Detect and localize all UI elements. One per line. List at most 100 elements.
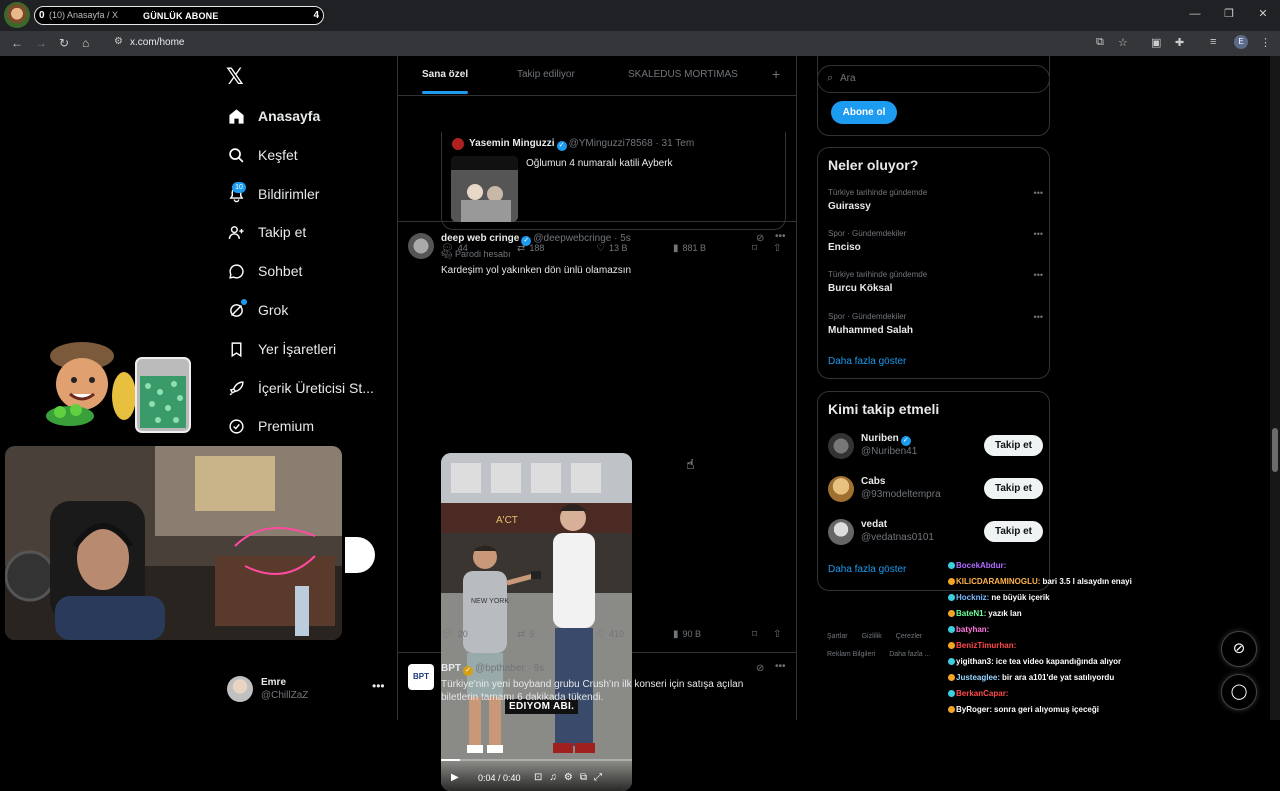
extensions-icon[interactable]: ✚ bbox=[1175, 36, 1184, 49]
reload-icon[interactable]: ↻ bbox=[59, 36, 69, 50]
suggested-user[interactable]: vedat @vedatnas0101 Takip et bbox=[828, 516, 1043, 546]
home-browser-icon[interactable]: ⌂ bbox=[82, 36, 89, 50]
views-button[interactable]: ▮ 90 B bbox=[673, 629, 701, 640]
account-switcher[interactable]: Emre @ChillZaZ ••• bbox=[227, 676, 387, 704]
chat-username: BerkanCapar: bbox=[956, 689, 1009, 698]
add-tab-icon[interactable]: + bbox=[772, 66, 780, 82]
trend-item[interactable]: Spor · Gündemdekiler Muhammed Salah ••• bbox=[828, 312, 1043, 342]
chat-icon: ◯ bbox=[1230, 683, 1248, 700]
nav-follow[interactable]: Takip et bbox=[227, 217, 306, 247]
search-input[interactable]: ⌕ Ara bbox=[817, 65, 1050, 93]
suggested-user[interactable]: Cabs @93modeltempra Takip et bbox=[828, 473, 1043, 503]
play-icon[interactable]: ▶ bbox=[451, 772, 459, 783]
install-icon[interactable]: ⧉ bbox=[1096, 36, 1104, 49]
more-icon[interactable]: ••• bbox=[372, 679, 385, 693]
reply-button[interactable]: 💬︎ 20 bbox=[441, 629, 468, 640]
tweet-author[interactable]: BPT ✓ @bpthaber · 9s bbox=[441, 663, 544, 676]
who-show-more-link[interactable]: Daha fazla göster bbox=[828, 564, 906, 575]
tab-list-skaledus[interactable]: SKALEDUS MORTIMAS bbox=[628, 69, 738, 80]
follow-button[interactable]: Takip et bbox=[984, 521, 1043, 542]
tab-for-you[interactable]: Sana özel bbox=[422, 69, 468, 80]
repost-count: 5 bbox=[529, 629, 535, 639]
profile-avatar[interactable]: E bbox=[1234, 35, 1248, 49]
tweet-2[interactable]: deep web cringe ✓ @deepwebcringe · 5s ⊘ ••… bbox=[398, 223, 796, 791]
author-avatar[interactable]: BPT bbox=[408, 664, 434, 690]
trend-item[interactable]: Spor · Gündemdekiler Enciso ••• bbox=[828, 229, 1043, 259]
trends-show-more-link[interactable]: Daha fazla göster bbox=[828, 356, 906, 367]
window-controls: — ❐ ✕ bbox=[1178, 0, 1280, 31]
site-info-icon[interactable]: ⚙ bbox=[114, 36, 123, 47]
url-field[interactable]: ⚙ x.com/home bbox=[108, 34, 1144, 53]
chat-message: yigithan3: ice tea video kapandığında alı… bbox=[948, 657, 1178, 673]
close-button[interactable]: ✕ bbox=[1246, 0, 1280, 31]
nav-creator-studio-label: İçerik Üreticisi St... bbox=[258, 380, 374, 396]
tweet-video[interactable]: A'CT NEW YORK EDIYOM ABI. ▶ 0:04 / 0:40 … bbox=[441, 453, 632, 791]
maximize-button[interactable]: ❐ bbox=[1212, 0, 1246, 31]
tab-following[interactable]: Takip ediliyor bbox=[517, 69, 575, 80]
chat-username: BocekAbdur: bbox=[956, 561, 1007, 570]
star-icon[interactable]: ☆ bbox=[1118, 36, 1128, 49]
tweet-1[interactable]: Yasemin Minguzzi ✓ @YMinguzzi78568 · 31 Te… bbox=[398, 96, 796, 254]
nav-premium[interactable]: Premium bbox=[227, 411, 314, 441]
footer-link[interactable]: Çerezler bbox=[896, 633, 922, 640]
verified-badge-icon: ✓ bbox=[463, 666, 473, 676]
minimize-button[interactable]: — bbox=[1178, 0, 1212, 31]
back-icon[interactable]: ← bbox=[11, 36, 23, 50]
grok-icon[interactable]: ⊘ bbox=[756, 663, 764, 674]
subscribe-button[interactable]: Abone ol bbox=[831, 101, 897, 124]
footer-link[interactable]: Reklam Bilgileri bbox=[827, 651, 875, 658]
video-tool-icons[interactable]: ⊡♫⚙⧉⤢ bbox=[534, 772, 609, 783]
follow-button[interactable]: Takip et bbox=[984, 435, 1043, 456]
reading-list-icon[interactable]: ≡ bbox=[1210, 36, 1216, 48]
trend-item[interactable]: Türkiye tarihinde gündemde Burcu Köksal … bbox=[828, 270, 1043, 300]
suggested-user[interactable]: Nuriben ✓ @Nuriben41 Takip et bbox=[828, 430, 1043, 460]
share-button[interactable]: ⇧ bbox=[773, 629, 785, 640]
footer-link[interactable]: Şartlar bbox=[827, 633, 848, 640]
media-icon[interactable]: ▣ bbox=[1151, 36, 1161, 49]
trend-name: Muhammed Salah bbox=[828, 325, 914, 336]
nav-creator-studio[interactable]: İçerik Üreticisi St... bbox=[227, 373, 374, 403]
grok-icon[interactable]: ⊘ bbox=[756, 233, 764, 244]
stream-overlay-shape bbox=[345, 537, 375, 573]
trend-context: Spor · Gündemdekiler bbox=[828, 229, 907, 238]
add-user-icon bbox=[227, 223, 245, 241]
grok-new-dot bbox=[241, 299, 247, 305]
tweet-author[interactable]: deep web cringe ✓ @deepwebcringe · 5s bbox=[441, 233, 631, 246]
more-icon[interactable]: ••• bbox=[775, 231, 786, 242]
more-icon[interactable]: ••• bbox=[1034, 312, 1043, 322]
browser-tab[interactable]: 0 (10) Anasayfa / X GÜNLÜK ABONE 4 bbox=[34, 6, 324, 25]
subscriber-goal-label: GÜNLÜK ABONE bbox=[143, 11, 219, 21]
reply-count: 20 bbox=[457, 629, 468, 639]
forward-icon[interactable]: → bbox=[35, 36, 47, 50]
nav-explore[interactable]: Keşfet bbox=[227, 140, 298, 170]
nav-chat[interactable]: Sohbet bbox=[227, 256, 302, 286]
more-icon[interactable]: ••• bbox=[775, 661, 786, 672]
parody-label: 🎭︎ Parodi hesabı bbox=[441, 248, 510, 261]
tweet-3[interactable]: BPT BPT ✓ @bpthaber · 9s ⊘ ••• Türkiye'nin… bbox=[398, 654, 796, 720]
repost-button[interactable]: ⇄ 5 bbox=[517, 629, 534, 640]
like-button[interactable]: ♡ 410 bbox=[596, 629, 624, 640]
footer-link[interactable]: Gizlilik bbox=[862, 633, 882, 640]
messages-fab[interactable]: ◯ bbox=[1221, 674, 1257, 710]
scrollbar[interactable] bbox=[1270, 56, 1280, 720]
trends-panel: Neler oluyor? Türkiye tarihinde gündemde… bbox=[817, 147, 1050, 379]
footer-link[interactable]: Daha fazla ... bbox=[889, 651, 930, 658]
bookmark-button[interactable]: ⌑ bbox=[752, 629, 761, 640]
trend-item[interactable]: Türkiye tarihinde gündemde Guirassy ••• bbox=[828, 188, 1043, 218]
user-avatar bbox=[828, 519, 854, 545]
quoted-tweet[interactable]: Yasemin Minguzzi ✓ @YMinguzzi78568 · 31 Te… bbox=[441, 132, 786, 230]
nav-grok[interactable]: Grok bbox=[227, 295, 288, 325]
author-avatar[interactable] bbox=[408, 233, 434, 259]
grok-fab[interactable]: ⊘ bbox=[1221, 631, 1257, 667]
menu-icon[interactable]: ⋮ bbox=[1260, 36, 1271, 49]
follow-button[interactable]: Takip et bbox=[984, 478, 1043, 499]
nav-home[interactable]: Anasayfa bbox=[227, 101, 320, 131]
author-name: BPT bbox=[441, 663, 461, 674]
more-icon[interactable]: ••• bbox=[1034, 188, 1043, 198]
scrollbar-thumb[interactable] bbox=[1272, 428, 1278, 472]
x-logo-icon[interactable]: 𝕏 bbox=[226, 64, 244, 90]
hand-cursor-icon: ☝ bbox=[686, 456, 695, 472]
nav-bookmarks[interactable]: Yer İşaretleri bbox=[227, 334, 336, 364]
more-icon[interactable]: ••• bbox=[1034, 270, 1043, 280]
more-icon[interactable]: ••• bbox=[1034, 229, 1043, 239]
